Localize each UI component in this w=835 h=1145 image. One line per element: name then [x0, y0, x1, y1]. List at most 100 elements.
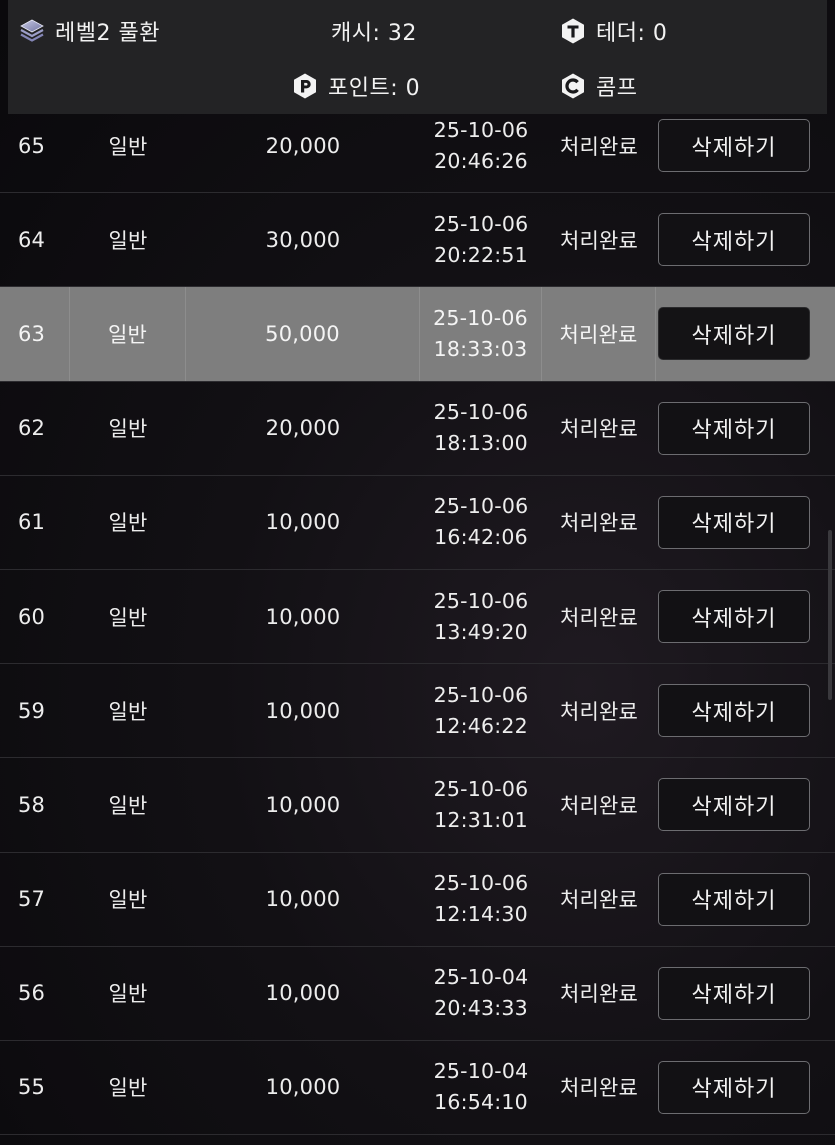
- row-date: 25-10-06: [433, 305, 528, 330]
- table-row[interactable]: 60 일반 10,000 25-10-06 13:49:20 처리완료 삭제하기: [0, 570, 835, 665]
- row-date: 25-10-06: [433, 871, 529, 896]
- table-row[interactable]: 56 일반 10,000 25-10-04 20:43:33 처리완료 삭제하기: [0, 947, 835, 1041]
- delete-button[interactable]: 삭제하기: [658, 590, 810, 644]
- comp-label: 콤프: [596, 76, 638, 101]
- row-time: 12:46:22: [434, 713, 528, 738]
- table-row[interactable]: 61 일반 10,000 25-10-06 16:42:06 처리완료 삭제하기: [0, 476, 835, 570]
- row-type: 일반: [70, 287, 186, 381]
- delete-button[interactable]: 삭제하기: [658, 213, 810, 267]
- row-type: 일반: [108, 1076, 148, 1101]
- row-time: 20:22:51: [434, 242, 528, 267]
- row-number: 64: [18, 227, 46, 252]
- row-amount: 10,000: [265, 1075, 341, 1100]
- delete-button[interactable]: 삭제하기: [658, 872, 810, 926]
- row-datetime: 25-10-06 20:22:51: [420, 193, 542, 286]
- page: 레벨2 풀환 캐시: 32 테더: 0 포인트: 0 콤프 65 일반 20,0…: [0, 0, 835, 1145]
- row-status: 처리완료: [559, 793, 639, 818]
- row-status: 처리완료: [559, 511, 639, 536]
- row-number: 56: [18, 981, 46, 1006]
- row-action: 삭제하기: [656, 758, 835, 851]
- point-icon: [291, 72, 319, 100]
- cash-label: 캐시: 32: [331, 21, 417, 46]
- row-datetime: 25-10-04 20:43:33: [420, 947, 542, 1040]
- level-info[interactable]: 레벨2 풀환: [18, 15, 160, 47]
- comp-icon: [559, 72, 587, 100]
- row-type: 일반: [108, 228, 148, 253]
- row-action: 삭제하기: [656, 382, 835, 475]
- delete-button[interactable]: 삭제하기: [658, 966, 810, 1020]
- row-action: 삭제하기: [656, 476, 835, 569]
- row-number: 63: [0, 287, 70, 381]
- row-number: 61: [18, 510, 46, 535]
- row-time: 16:54:10: [434, 1090, 528, 1115]
- row-type: 일반: [108, 511, 148, 536]
- row-type: 일반: [108, 605, 148, 630]
- delete-button[interactable]: 삭제하기: [658, 684, 810, 738]
- layers-icon: [18, 17, 46, 45]
- comp-info[interactable]: 콤프: [559, 70, 637, 102]
- table-row[interactable]: 59 일반 10,000 25-10-06 12:46:22 처리완료 삭제하기: [0, 664, 835, 759]
- row-type: 일반: [108, 982, 148, 1007]
- row-date: 25-10-06: [433, 776, 529, 801]
- table-row[interactable]: 57 일반 10,000 25-10-06 12:14:30 처리완료 삭제하기: [0, 853, 835, 947]
- row-date: 25-10-06: [433, 682, 529, 707]
- row-date: 25-10-06: [433, 117, 529, 142]
- row-status: 처리완료: [559, 1076, 639, 1101]
- row-amount: 50,000: [186, 287, 420, 381]
- row-date: 25-10-06: [433, 400, 529, 425]
- point-label: 포인트: 0: [328, 76, 421, 101]
- row-amount: 30,000: [265, 227, 341, 252]
- row-status: 처리완료: [559, 605, 639, 630]
- table-row[interactable]: 64 일반 30,000 25-10-06 20:22:51 처리완료 삭제하기: [0, 193, 835, 288]
- row-datetime: 25-10-06 16:42:06: [420, 476, 542, 569]
- table-row[interactable]: 58 일반 10,000 25-10-06 12:31:01 처리완료 삭제하기: [0, 758, 835, 853]
- row-type: 일반: [108, 888, 148, 913]
- row-number: 60: [18, 604, 46, 629]
- scrollbar[interactable]: [828, 530, 832, 700]
- table-row[interactable]: 55 일반 10,000 25-10-04 16:54:10 처리완료 삭제하기: [0, 1041, 835, 1136]
- row-date: 25-10-06: [433, 588, 529, 613]
- point-info[interactable]: 포인트: 0: [291, 70, 420, 102]
- row-amount: 10,000: [265, 510, 341, 535]
- row-amount: 20,000: [265, 416, 341, 441]
- tether-icon: [559, 17, 587, 45]
- delete-button[interactable]: 삭제하기: [658, 778, 810, 832]
- delete-button[interactable]: 삭제하기: [658, 1060, 810, 1114]
- delete-button[interactable]: 삭제하기: [658, 495, 810, 549]
- row-datetime: 25-10-04 16:54:10: [420, 1041, 542, 1134]
- row-number: 59: [18, 698, 46, 723]
- row-status: 처리완료: [559, 888, 639, 913]
- row-number: 55: [18, 1075, 46, 1100]
- cash-info[interactable]: 캐시: 32: [331, 15, 417, 47]
- row-amount: 10,000: [265, 604, 341, 629]
- row-status: 처리완료: [559, 417, 639, 442]
- row-amount: 10,000: [265, 698, 341, 723]
- delete-button[interactable]: 삭제하기: [658, 307, 810, 361]
- row-action: 삭제하기: [656, 570, 835, 663]
- row-action: 삭제하기: [656, 193, 835, 286]
- row-date: 25-10-04: [433, 965, 529, 990]
- row-action: 삭제하기: [656, 1041, 835, 1134]
- row-time: 18:33:03: [433, 336, 528, 361]
- row-datetime: 25-10-06 18:13:00: [420, 382, 542, 475]
- account-header: 레벨2 풀환 캐시: 32 테더: 0 포인트: 0 콤프: [8, 0, 827, 114]
- table-row[interactable]: 63 일반 50,000 25-10-06 18:33:03 처리완료 삭제하기: [0, 287, 835, 382]
- row-date: 25-10-06: [433, 211, 529, 236]
- delete-button[interactable]: 삭제하기: [658, 119, 810, 173]
- row-time: 18:13:00: [434, 431, 528, 456]
- table-row[interactable]: 62 일반 20,000 25-10-06 18:13:00 처리완료 삭제하기: [0, 382, 835, 476]
- transaction-table: 65 일반 20,000 25-10-06 20:46:26 처리완료 삭제하기…: [0, 99, 835, 1136]
- tether-info[interactable]: 테더: 0: [559, 15, 667, 47]
- row-date: 25-10-04: [433, 1059, 529, 1084]
- row-amount: 10,000: [265, 887, 341, 912]
- row-datetime: 25-10-06 13:49:20: [420, 570, 542, 663]
- row-time: 12:14:30: [434, 902, 528, 927]
- delete-button[interactable]: 삭제하기: [658, 401, 810, 455]
- row-status: 처리완료: [559, 982, 639, 1007]
- row-datetime: 25-10-06 12:31:01: [420, 758, 542, 851]
- row-status: 처리완료: [542, 287, 656, 381]
- row-type: 일반: [108, 793, 148, 818]
- row-time: 12:31:01: [434, 807, 528, 832]
- row-amount: 10,000: [265, 792, 341, 817]
- tether-label: 테더: 0: [596, 21, 668, 46]
